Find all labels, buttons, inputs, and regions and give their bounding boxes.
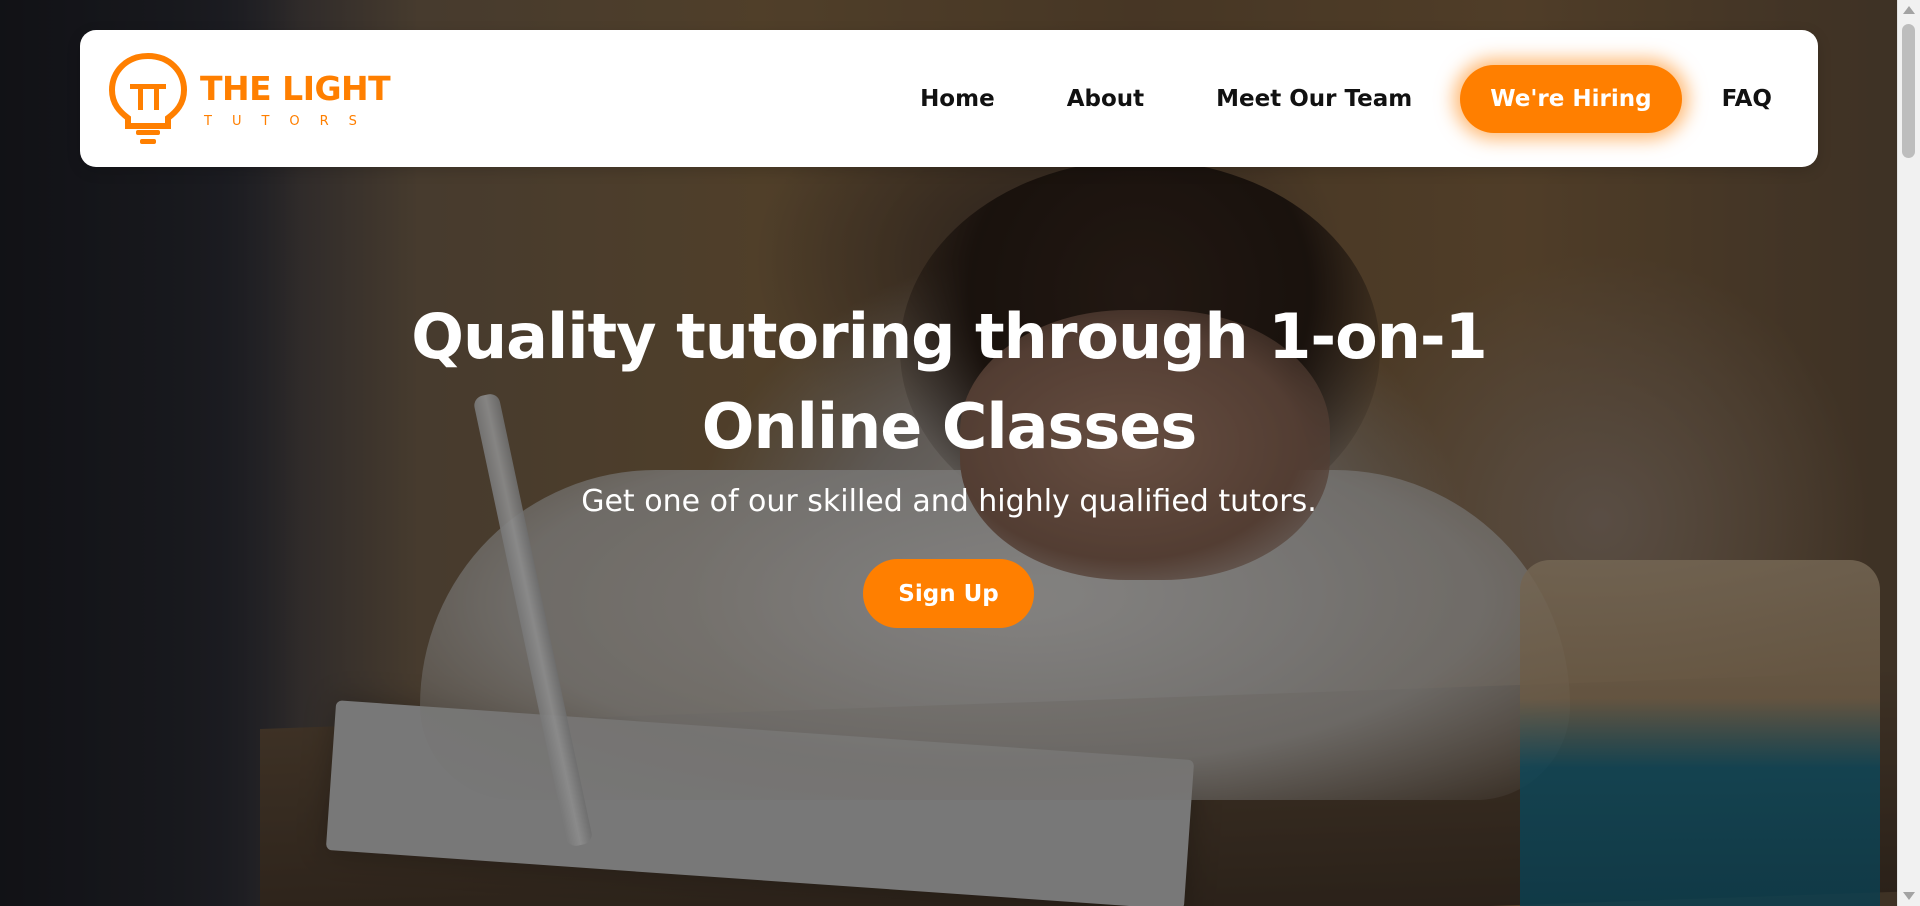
brand-name: THE LIGHT bbox=[200, 69, 391, 108]
brand-tagline: TUTORS bbox=[204, 114, 377, 129]
lightbulb-icon bbox=[108, 52, 188, 144]
main-nav: Home About Meet Our Team We're Hiring FA… bbox=[884, 63, 1772, 135]
page-scrollbar[interactable] bbox=[1897, 0, 1920, 906]
hero-headline: Quality tutoring through 1-on-1 Online C… bbox=[411, 300, 1487, 463]
brand-logo[interactable]: THE LIGHT TUTORS bbox=[108, 52, 408, 148]
scroll-down-arrow-icon[interactable] bbox=[1903, 892, 1915, 900]
nav-about-link[interactable]: About bbox=[1031, 86, 1180, 112]
scroll-thumb[interactable] bbox=[1902, 24, 1915, 158]
nav-home-link[interactable]: Home bbox=[884, 86, 1031, 112]
nav-hiring-button[interactable]: We're Hiring bbox=[1460, 65, 1682, 133]
hero-subheadline: Get one of our skilled and highly qualif… bbox=[581, 484, 1317, 519]
site-navbar: THE LIGHT TUTORS Home About Meet Our Tea… bbox=[80, 30, 1818, 167]
scroll-up-arrow-icon[interactable] bbox=[1903, 6, 1915, 14]
signup-button[interactable]: Sign Up bbox=[863, 559, 1034, 628]
nav-team-link[interactable]: Meet Our Team bbox=[1180, 86, 1448, 112]
nav-faq-link[interactable]: FAQ bbox=[1694, 86, 1772, 112]
